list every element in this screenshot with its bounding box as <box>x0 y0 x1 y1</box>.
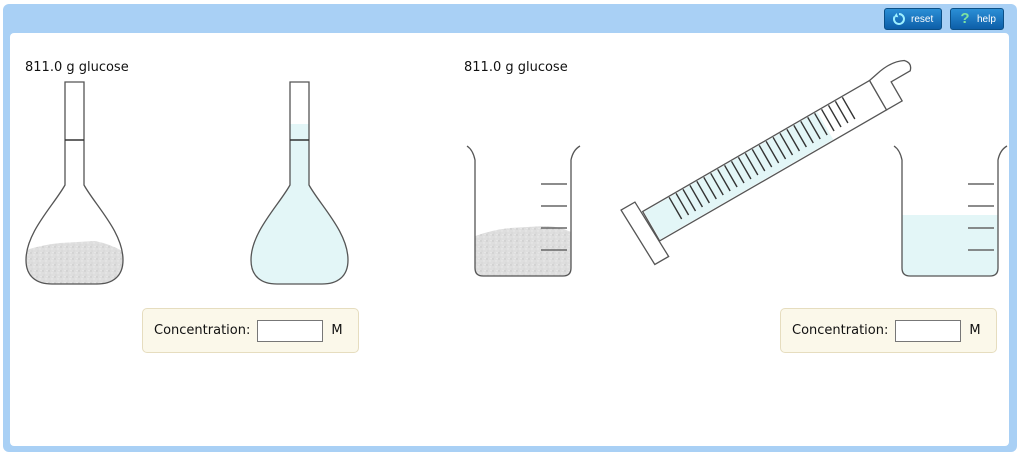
lab-illustration <box>25 59 1008 285</box>
concentration-label: Concentration: <box>792 323 889 338</box>
beaker-liquid <box>902 215 998 276</box>
unit-label: M <box>331 323 343 338</box>
solution-liquid <box>251 124 348 284</box>
concentration-input-1[interactable] <box>257 319 324 342</box>
concentration-label: Concentration: <box>154 323 251 338</box>
concentration-box-2: Concentration: M <box>780 308 997 353</box>
volumetric-flask-solution <box>250 81 349 285</box>
unit-label: M <box>969 323 981 338</box>
concentration-input-2[interactable] <box>895 319 962 342</box>
glucose-solid-pile <box>475 226 571 276</box>
beaker-solution <box>893 145 1008 277</box>
beaker-solid <box>466 145 581 277</box>
cylinder-liquid <box>644 111 834 240</box>
concentration-box-1: Concentration: M <box>142 308 359 353</box>
graduated-cylinder <box>620 59 912 266</box>
volumetric-flask-solid <box>25 81 124 285</box>
